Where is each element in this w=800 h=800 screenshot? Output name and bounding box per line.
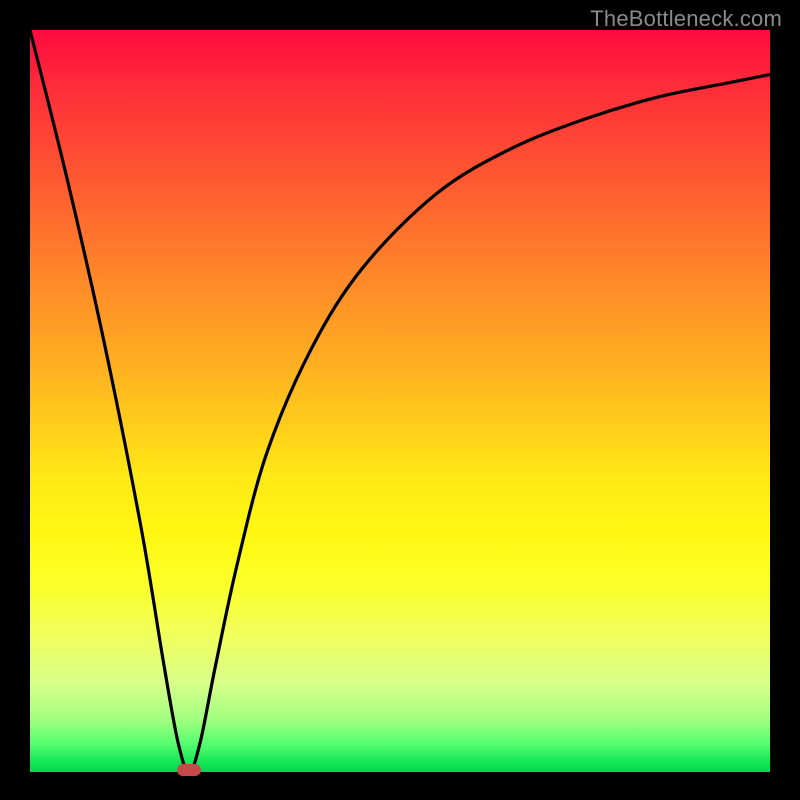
- chart-container: TheBottleneck.com: [0, 0, 800, 800]
- chart-plot-area: [30, 30, 770, 772]
- watermark-text: TheBottleneck.com: [590, 6, 782, 32]
- minimum-marker: [177, 764, 201, 776]
